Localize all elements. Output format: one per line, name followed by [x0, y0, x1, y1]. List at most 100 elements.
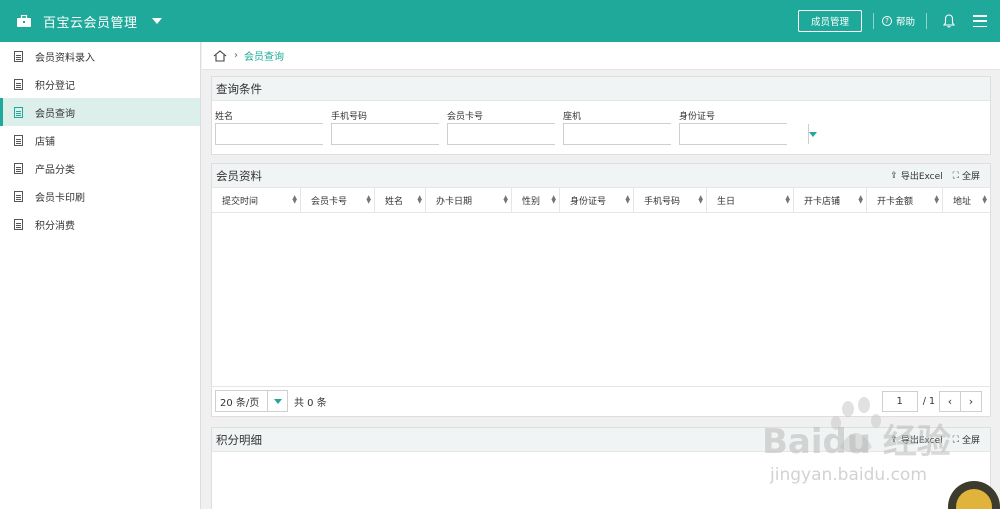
field-label: 手机号码	[331, 112, 368, 122]
column-header[interactable]: 手机号码 ▲ ▼	[634, 188, 707, 212]
breadcrumb-current[interactable]: 会员查询	[244, 48, 284, 63]
help-link[interactable]: ? 帮助	[881, 14, 915, 28]
header-divider	[926, 13, 927, 29]
sort-icon: ▲ ▼	[934, 194, 939, 205]
sidebar-item-label: 积分登记	[35, 80, 75, 92]
card-no-combobox[interactable]	[447, 123, 585, 145]
panel-tools: ⇪ 导出Excel ⛶ 全屏	[880, 169, 990, 183]
pagination: 20 条/页 共 0 条 1 / 1 ‹ ›	[212, 387, 990, 415]
landline-combobox[interactable]	[563, 123, 701, 145]
member-table-panel: 会员资料 ⇪ 导出Excel ⛶ 全屏 提交时间 ▲ ▼ 会员卡号 ▲ ▼ 姓名 ▲ ▼ 办卡日…	[211, 163, 991, 417]
page-count: / 1	[922, 395, 935, 407]
next-page-chevron-right-icon[interactable]: ›	[960, 390, 982, 412]
table-body	[212, 213, 990, 387]
fullscreen-label: 全屏	[961, 172, 980, 182]
breadcrumb: › 会员查询	[202, 42, 1000, 70]
points-detail-panel: 积分明细 ⇪ 导出Excel ⛶ 全屏	[211, 427, 991, 509]
landline-input[interactable]	[564, 124, 692, 144]
document-icon	[14, 162, 23, 174]
query-panel: 查询条件 姓名 手机号码 会员卡号 座机 身份证号	[211, 76, 991, 155]
dropdown-caret-icon[interactable]	[808, 124, 817, 144]
sort-icon: ▲ ▼	[698, 194, 703, 205]
sort-icon: ▲ ▼	[785, 194, 790, 205]
document-icon	[14, 50, 23, 62]
field-label: 身份证号	[679, 112, 716, 122]
sidebar-item-product-category[interactable]: 产品分类	[0, 154, 200, 182]
page-size-select[interactable]: 20 条/页	[215, 390, 288, 412]
sidebar-item-member-entry[interactable]: 会员资料录入	[0, 42, 200, 70]
column-header[interactable]: 开卡金额 ▲ ▼	[867, 188, 943, 212]
id-no-combobox[interactable]	[679, 123, 817, 145]
mobile-input[interactable]	[332, 124, 460, 144]
sidebar-item-points-register[interactable]: 积分登记	[0, 70, 200, 98]
sidebar-item-card-print[interactable]: 会员卡印刷	[0, 182, 200, 210]
column-header[interactable]: 会员卡号 ▲ ▼	[301, 188, 375, 212]
column-header[interactable]: 身份证号 ▲ ▼	[560, 188, 634, 212]
panel-tools: ⇪ 导出Excel ⛶ 全屏	[880, 433, 990, 447]
prev-page-chevron-left-icon[interactable]: ‹	[939, 390, 961, 412]
name-combobox[interactable]	[215, 123, 353, 145]
hamburger-menu-icon[interactable]	[973, 15, 987, 27]
member-management-button[interactable]: 成员管理	[797, 10, 862, 32]
sort-icon: ▲ ▼	[417, 194, 422, 205]
sidebar: 会员资料录入 积分登记 会员查询 店铺 产品分类 会员卡印刷 积分消费	[0, 42, 201, 509]
document-icon	[14, 190, 23, 202]
fullscreen-label: 全屏	[961, 436, 980, 446]
sort-icon: ▲ ▼	[858, 194, 863, 205]
header-divider	[872, 13, 874, 29]
field-label: 会员卡号	[447, 112, 484, 122]
member-panel-title: 会员资料	[216, 168, 262, 183]
app-switch-chevron-down-icon[interactable]	[151, 18, 162, 24]
sidebar-item-member-query[interactable]: 会员查询	[0, 98, 200, 126]
sidebar-item-label: 积分消费	[35, 220, 75, 232]
export-excel-button[interactable]: ⇪ 导出Excel	[890, 169, 942, 183]
query-panel-header: 查询条件	[212, 77, 990, 101]
fullscreen-icon: ⛶	[952, 170, 959, 181]
query-field-name: 姓名	[215, 109, 353, 145]
sort-icon: ▲ ▼	[551, 194, 556, 205]
query-field-card-no: 会员卡号	[447, 109, 585, 145]
card-no-input[interactable]	[448, 124, 576, 144]
page-number-input[interactable]: 1	[881, 390, 918, 412]
upload-icon: ⇪	[890, 434, 898, 445]
id-no-input[interactable]	[680, 124, 808, 144]
column-header[interactable]: 生日 ▲ ▼	[707, 188, 794, 212]
column-header[interactable]: 提交时间 ▲ ▼	[212, 188, 301, 212]
sort-icon: ▲ ▼	[503, 194, 508, 205]
document-icon	[14, 218, 23, 230]
export-excel-button[interactable]: ⇪ 导出Excel	[890, 433, 942, 447]
query-fields: 姓名 手机号码 会员卡号 座机 身份证号	[212, 101, 990, 145]
sidebar-item-points-consume[interactable]: 积分消费	[0, 210, 200, 238]
header-actions: 成员管理 ? 帮助	[797, 0, 1000, 42]
query-field-id-no: 身份证号	[679, 109, 817, 145]
sort-icon: ▲ ▼	[292, 194, 297, 205]
column-header[interactable]: 性别 ▲ ▼	[512, 188, 560, 212]
column-header[interactable]: 姓名 ▲ ▼	[375, 188, 426, 212]
field-label: 座机	[563, 112, 582, 122]
column-header[interactable]: 办卡日期 ▲ ▼	[426, 188, 512, 212]
home-icon[interactable]	[213, 49, 227, 62]
sidebar-item-label: 会员查询	[35, 108, 75, 120]
name-input[interactable]	[216, 124, 344, 144]
sidebar-item-label: 会员卡印刷	[35, 192, 85, 204]
query-field-mobile: 手机号码	[331, 109, 469, 145]
sidebar-item-store[interactable]: 店铺	[0, 126, 200, 154]
report-icon	[14, 106, 23, 118]
briefcase-logo-icon	[17, 15, 31, 27]
sort-icon: ▲ ▼	[982, 194, 987, 205]
column-header[interactable]: 地址 ▲ ▼	[943, 188, 990, 212]
fullscreen-button[interactable]: ⛶ 全屏	[953, 433, 980, 447]
page-nav: 1 / 1 ‹ ›	[881, 390, 982, 412]
chevron-right-icon: ›	[234, 50, 238, 61]
upload-icon: ⇪	[890, 170, 898, 181]
column-header[interactable]: 开卡店铺 ▲ ▼	[794, 188, 867, 212]
question-circle-icon: ?	[881, 16, 892, 26]
points-panel-title: 积分明细	[216, 432, 262, 447]
dropdown-caret-icon[interactable]	[267, 391, 287, 411]
mobile-combobox[interactable]	[331, 123, 469, 145]
member-panel-header: 会员资料 ⇪ 导出Excel ⛶ 全屏	[212, 164, 990, 188]
table-header: 提交时间 ▲ ▼ 会员卡号 ▲ ▼ 姓名 ▲ ▼ 办卡日期 ▲ ▼ 性别 ▲ ▼ 身份证号 ▲ ▼ 手机…	[212, 188, 990, 213]
sidebar-item-label: 会员资料录入	[35, 52, 95, 64]
bell-icon[interactable]	[941, 13, 957, 29]
fullscreen-button[interactable]: ⛶ 全屏	[952, 169, 980, 183]
